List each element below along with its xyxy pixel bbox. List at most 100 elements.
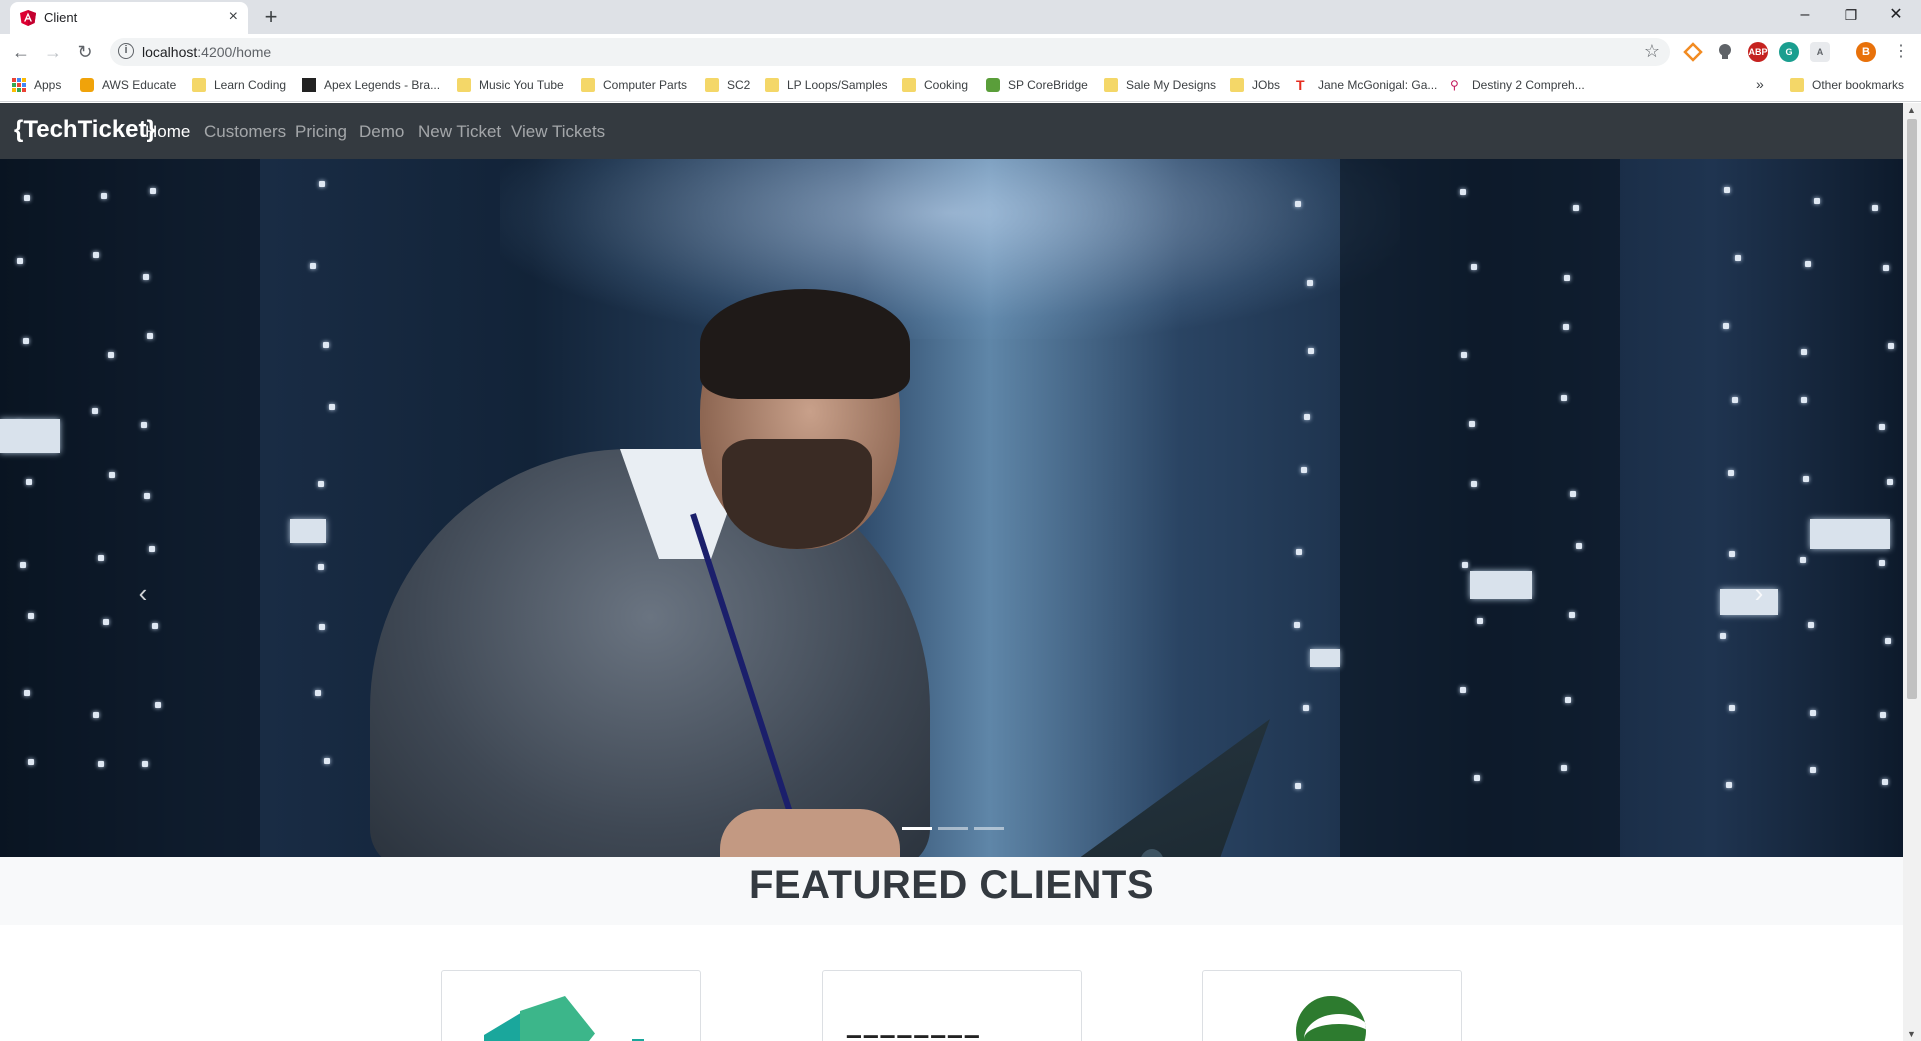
hero-ceiling-light: [500, 159, 1400, 339]
rack-light: [108, 352, 114, 358]
rack-light: [147, 333, 153, 339]
rack-light: [1728, 470, 1734, 476]
rack-light: [1723, 323, 1729, 329]
rack-panel: [1310, 649, 1340, 667]
forward-arrow-icon[interactable]: →: [40, 39, 66, 65]
rack-light: [1735, 255, 1741, 261]
rack-light: [1301, 467, 1307, 473]
folder-icon: [1790, 78, 1804, 92]
rack-light: [1304, 414, 1310, 420]
url-text[interactable]: localhost:4200/home: [142, 44, 271, 60]
address-bar[interactable]: i localhost:4200/home ☆: [110, 38, 1670, 66]
rack-light: [98, 555, 104, 561]
bookmark-music-you-tube[interactable]: Music You Tube: [457, 78, 564, 92]
rack-light: [1801, 349, 1807, 355]
restore-button[interactable]: ❐: [1828, 0, 1874, 30]
carousel-prev-icon[interactable]: ‹: [128, 573, 158, 613]
profile-avatar[interactable]: B: [1856, 42, 1876, 62]
tab-title: Client: [44, 10, 78, 25]
rack-light: [24, 690, 30, 696]
close-window-button[interactable]: ✕: [1873, 0, 1919, 30]
carousel-indicator-1[interactable]: [902, 827, 932, 830]
page-scrollbar[interactable]: ▲ ▼: [1903, 103, 1921, 1041]
rack-light: [1729, 705, 1735, 711]
nav-view-tickets[interactable]: View Tickets: [511, 122, 605, 142]
brand-logo[interactable]: {TechTicket}: [14, 116, 156, 144]
scroll-down-icon[interactable]: ▼: [1907, 1029, 1916, 1039]
rack-panel: [1470, 571, 1532, 599]
rack-light: [1805, 261, 1811, 267]
scroll-thumb[interactable]: [1907, 119, 1917, 699]
rack-light: [1294, 622, 1300, 628]
scroll-up-icon[interactable]: ▲: [1907, 105, 1916, 115]
bookmark-aws-educate[interactable]: AWS Educate: [80, 78, 176, 92]
site-navbar: {TechTicket} Home Customers Pricing Demo…: [0, 103, 1903, 159]
extension-puzzle-icon[interactable]: A: [1810, 42, 1830, 62]
client-card-3[interactable]: [1202, 970, 1462, 1041]
carousel-next-icon[interactable]: ›: [1744, 573, 1774, 613]
more-menu-icon[interactable]: ⋮: [1888, 39, 1914, 65]
rack-light: [1570, 491, 1576, 497]
bookmark-jobs[interactable]: JObs: [1230, 78, 1280, 92]
reload-icon[interactable]: ↻: [72, 39, 98, 65]
bookmark-star-icon[interactable]: ☆: [1644, 41, 1660, 62]
rack-light: [28, 759, 34, 765]
rack-light: [24, 195, 30, 201]
rack-light: [1460, 189, 1466, 195]
rack-light: [20, 562, 26, 568]
rack-light: [152, 623, 158, 629]
bookmark-computer-parts[interactable]: Computer Parts: [581, 78, 687, 92]
back-arrow-icon[interactable]: ←: [8, 39, 34, 65]
destiny-icon: ⚲: [1450, 78, 1459, 92]
angular-icon: [20, 10, 36, 26]
minimize-button[interactable]: –: [1782, 0, 1828, 30]
client-logo-3: [1296, 996, 1366, 1041]
bookmark-other-bookmarks[interactable]: Other bookmarks: [1790, 78, 1904, 92]
bookmark-apex-legends[interactable]: Apex Legends - Bra...: [302, 78, 440, 92]
nav-pricing[interactable]: Pricing: [295, 122, 347, 142]
extension-bulb-icon[interactable]: [1715, 42, 1735, 62]
bookmark-learn-coding[interactable]: Learn Coding: [192, 78, 286, 92]
bookmark-jane-mcgonigal[interactable]: T Jane McGonigal: Ga...: [1296, 78, 1437, 92]
rack-light: [315, 690, 321, 696]
nav-demo[interactable]: Demo: [359, 122, 404, 142]
adblock-icon[interactable]: ABP: [1748, 42, 1768, 62]
folder-icon: [902, 78, 916, 92]
bookmark-sp-corebridge[interactable]: SP CoreBridge: [986, 78, 1088, 92]
rack-light: [101, 193, 107, 199]
new-tab-button[interactable]: +: [258, 4, 284, 30]
extension-grammarly-icon[interactable]: G: [1779, 42, 1799, 62]
bookmark-lp-loops[interactable]: LP Loops/Samples: [765, 78, 888, 92]
rack-light: [1808, 622, 1814, 628]
bookmark-cooking[interactable]: Cooking: [902, 78, 968, 92]
rack-light: [28, 613, 34, 619]
nav-home[interactable]: Home: [145, 122, 190, 142]
carousel-indicator-3[interactable]: [974, 827, 1004, 830]
rack-light: [1296, 549, 1302, 555]
client-card-2[interactable]: ▔▔▔▔▔▔▔▔: [822, 970, 1082, 1041]
bookmarks-overflow-icon[interactable]: »: [1756, 76, 1764, 92]
bookmark-sale-my-designs[interactable]: Sale My Designs: [1104, 78, 1216, 92]
rack-light: [1887, 479, 1893, 485]
rack-light: [1563, 324, 1569, 330]
rack-light: [150, 188, 156, 194]
site-info-icon[interactable]: i: [118, 43, 134, 59]
bookmark-destiny-2[interactable]: ⚲ Destiny 2 Compreh...: [1450, 78, 1585, 92]
browser-tab[interactable]: Client ×: [10, 2, 248, 34]
tab-close-icon[interactable]: ×: [229, 8, 238, 26]
bookmark-apps[interactable]: Apps: [12, 78, 61, 92]
nav-customers[interactable]: Customers: [204, 122, 286, 142]
bookmark-sc2[interactable]: SC2: [705, 78, 750, 92]
rack-light: [141, 422, 147, 428]
nav-new-ticket[interactable]: New Ticket: [418, 122, 501, 142]
carousel-indicator-2[interactable]: [938, 827, 968, 830]
ted-icon: T: [1296, 77, 1305, 93]
rack-light: [1576, 543, 1582, 549]
extension-diamond-icon[interactable]: [1683, 42, 1703, 62]
rack-light: [1303, 705, 1309, 711]
client-logo-1-mark: [520, 996, 595, 1041]
client-card-1[interactable]: [441, 970, 701, 1041]
rack-light: [1295, 783, 1301, 789]
folder-icon: [705, 78, 719, 92]
rack-light: [1885, 638, 1891, 644]
